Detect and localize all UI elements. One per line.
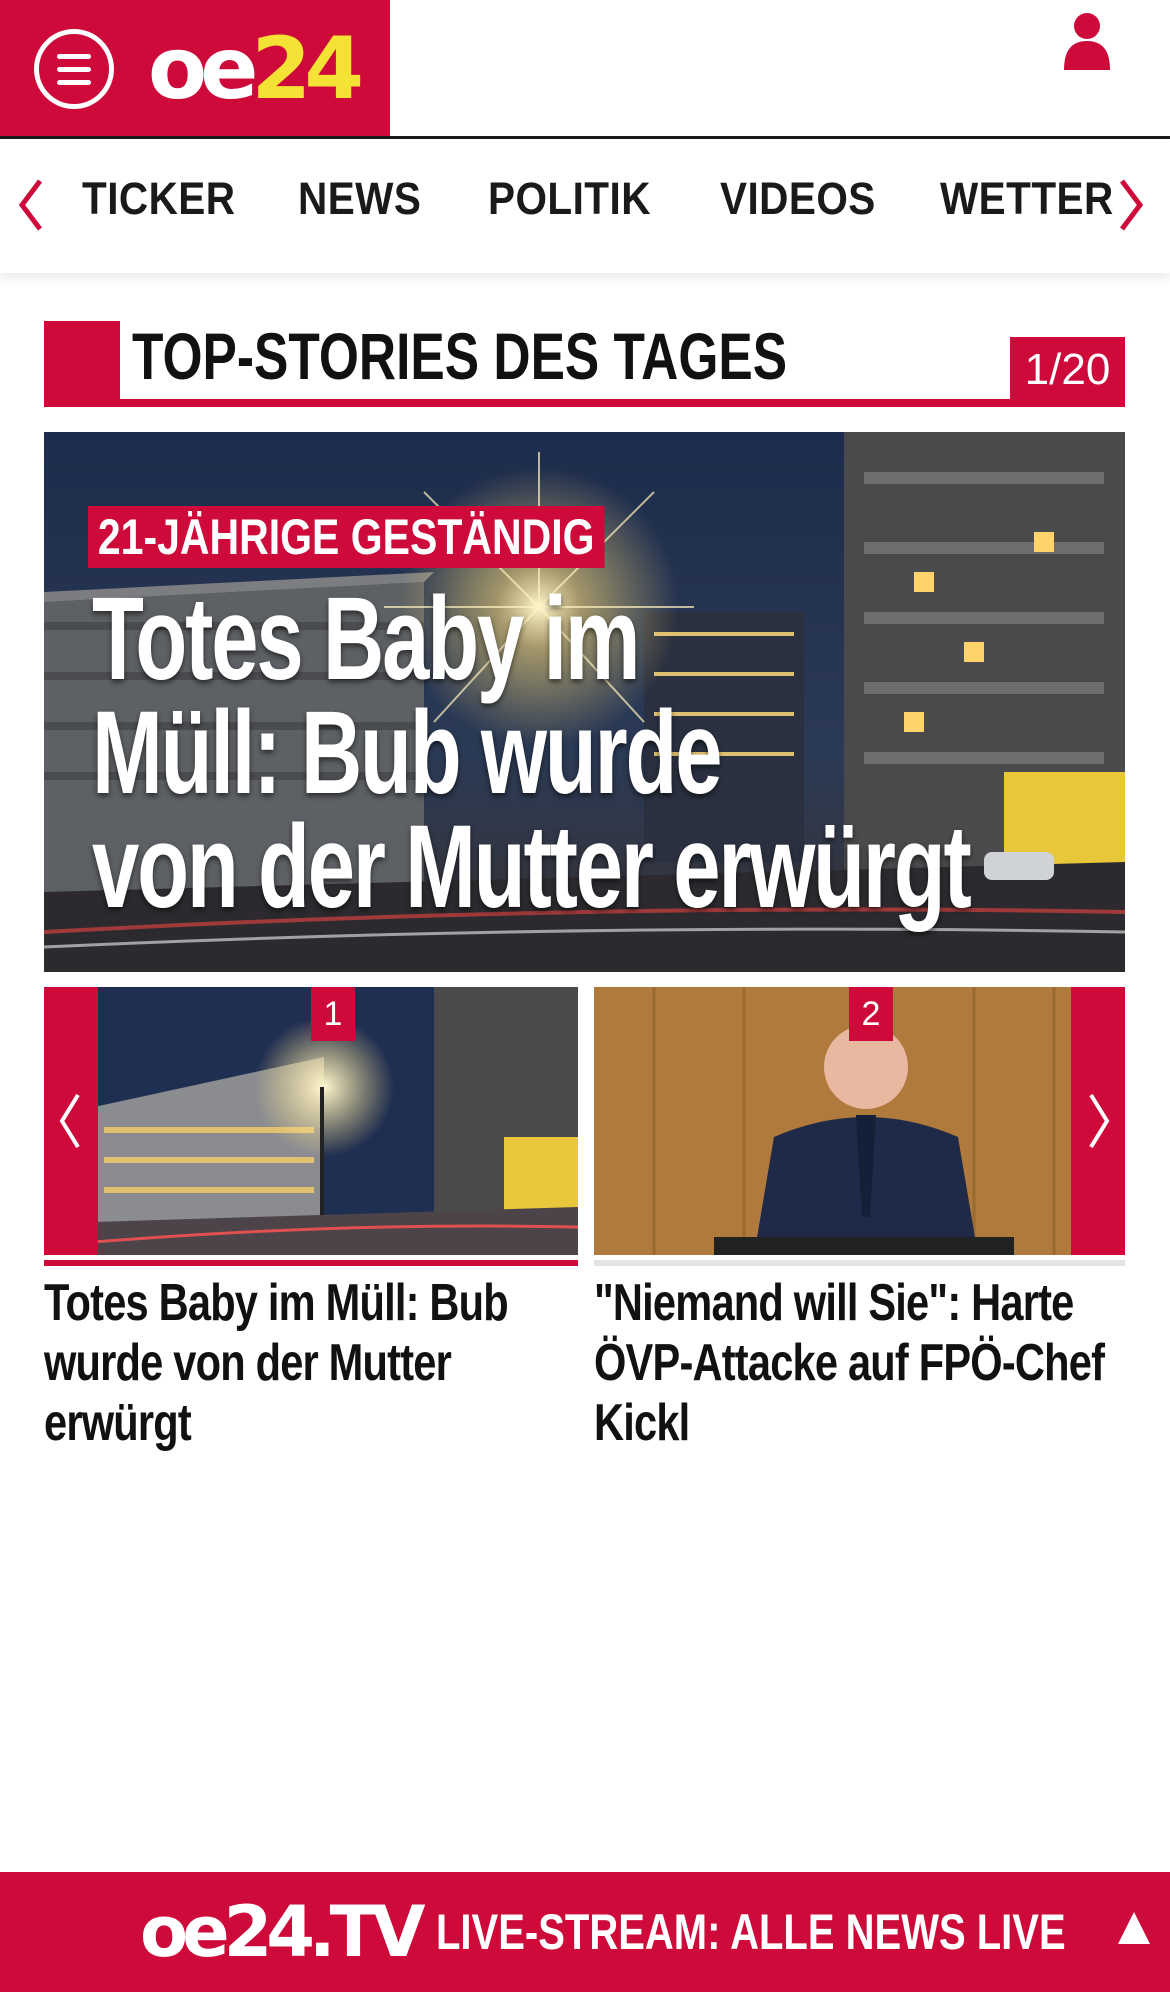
logo-oe: oe: [148, 19, 258, 119]
section-header: TOP-STORIES DES TAGES 1/20: [44, 319, 1125, 409]
scroll-top-arrow-icon[interactable]: [1116, 1910, 1152, 1946]
inactive-indicator-bar: [594, 1260, 1125, 1266]
nav-item-videos[interactable]: VIDEOS: [720, 169, 876, 229]
hamburger-menu-icon[interactable]: [34, 29, 114, 109]
oe24tv-logo: oe24.TV: [140, 1891, 425, 1973]
active-indicator-bar: [44, 1260, 578, 1266]
hero-story[interactable]: 21-JÄHRIGE GESTÄNDIG Totes Baby im Müll:…: [44, 432, 1125, 972]
category-nav: TICKER NEWS POLITIK VIDEOS WETTER: [0, 139, 1170, 273]
section-accent-block: [44, 321, 120, 407]
carousel-next-button[interactable]: [1071, 987, 1125, 1255]
story-number-badge: 1: [311, 987, 355, 1041]
live-stream-description: ALLE NEWS LIVE: [730, 1904, 1066, 1960]
live-stream-text: LIVE-STREAM: ALLE NEWS LIVE: [436, 1892, 1066, 1972]
chevron-left-icon: [59, 1093, 80, 1149]
live-stream-bar[interactable]: oe24.TV LIVE-STREAM: ALLE NEWS LIVE: [0, 1872, 1170, 1992]
section-title: TOP-STORIES DES TAGES: [132, 319, 788, 393]
story-carousel: 1 2: [44, 987, 1125, 1255]
brand-box: oe24: [0, 0, 390, 136]
live-stream-label: LIVE-STREAM:: [436, 1904, 721, 1960]
nav-right-arrow-icon[interactable]: [1116, 175, 1146, 235]
nav-item-politik[interactable]: POLITIK: [488, 169, 651, 229]
story-card-title-2[interactable]: "Niemand will Sie": Harte ÖVP-Attacke au…: [594, 1273, 1126, 1453]
hero-title-line: Totes Baby im: [92, 573, 640, 705]
hero-kicker: 21-JÄHRIGE GESTÄNDIG: [88, 506, 605, 568]
story-card-title-1[interactable]: Totes Baby im Müll: Bub wurde von der Mu…: [44, 1273, 564, 1453]
hero-title: Totes Baby im Müll: Bub wurde von der Mu…: [92, 573, 1100, 933]
top-header: oe24: [0, 0, 1170, 139]
logo[interactable]: oe24: [148, 14, 364, 124]
slide-counter: 1/20: [1010, 337, 1125, 401]
user-icon[interactable]: [1062, 12, 1112, 70]
carousel-prev-button[interactable]: [44, 987, 98, 1255]
hero-title-line: von der Mutter erwürgt: [92, 801, 972, 933]
nav-item-ticker[interactable]: TICKER: [82, 169, 235, 229]
nav-item-news[interactable]: NEWS: [298, 169, 421, 229]
story-number-badge: 2: [849, 987, 893, 1041]
logo-24: 24: [251, 19, 364, 119]
nav-item-wetter[interactable]: WETTER: [940, 169, 1114, 229]
section-underline: [44, 399, 1125, 407]
hero-title-line: Müll: Bub wurde: [92, 687, 722, 819]
nav-left-arrow-icon[interactable]: [16, 175, 46, 235]
chevron-right-icon: [1089, 1093, 1110, 1149]
